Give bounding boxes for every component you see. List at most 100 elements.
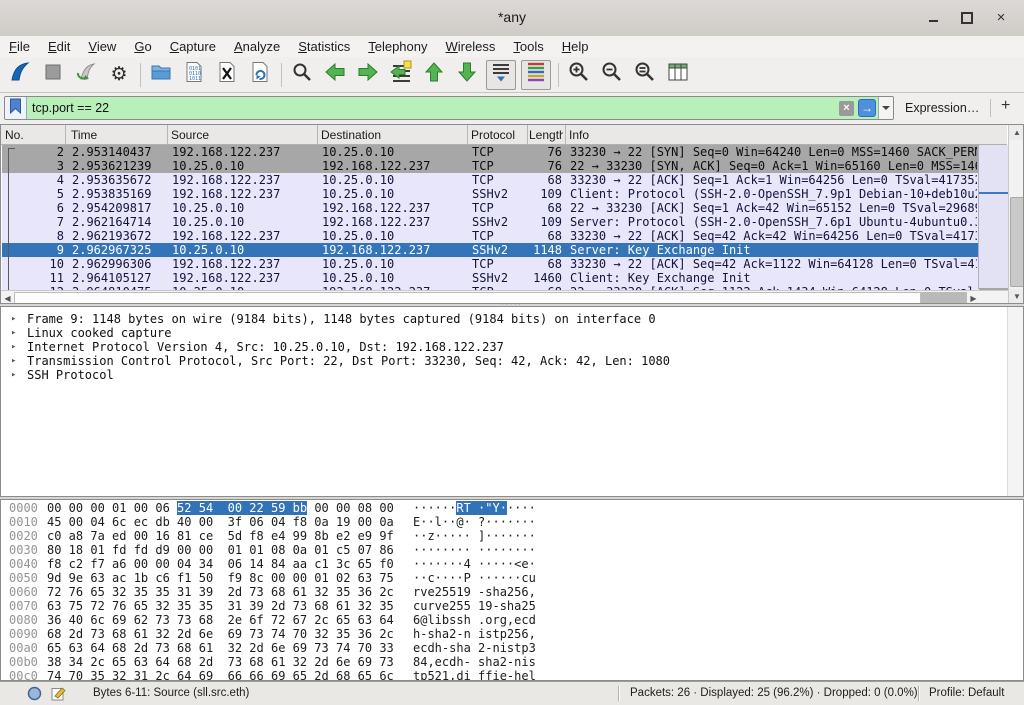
hex-byte-column[interactable]: f8 c2 f7 a6 00 00 04 34 06 14 84 aa c1 3… (47, 557, 394, 571)
hex-ascii-column[interactable]: ··z····· ]······· (413, 529, 536, 543)
colorize-button[interactable] (521, 60, 551, 90)
hscrollbar-trough[interactable] (921, 292, 967, 304)
capture-options-button[interactable]: ⚙ (105, 61, 133, 89)
capture-comment-icon[interactable] (51, 686, 66, 705)
column-header-destination[interactable]: Destination (321, 128, 463, 142)
detail-tree-item[interactable]: ▸Frame 9: 1148 bytes on wire (9184 bits)… (1, 312, 1001, 326)
zoom-original-button[interactable] (631, 61, 659, 89)
packet-row[interactable]: 92.96296732510.25.0.10192.168.122.237SSH… (2, 243, 978, 257)
hex-row[interactable]: 0020c0 a8 7a ed 00 16 81 ce 5d f8 e4 99 … (1, 529, 1001, 543)
packet-row[interactable]: 42.953635672192.168.122.23710.25.0.10TCP… (2, 173, 978, 187)
open-file-button[interactable] (147, 61, 175, 89)
expand-arrow-icon[interactable]: ▸ (11, 340, 16, 354)
filter-history-dropdown[interactable] (878, 97, 893, 119)
filter-clear-button[interactable]: × (839, 101, 854, 116)
packet-row[interactable]: 72.96216471410.25.0.10192.168.122.237SSH… (2, 215, 978, 229)
hex-ascii-column[interactable]: ecdh-sha 2-nistp3 (413, 641, 536, 655)
hex-ascii-column[interactable]: ··c····P ······cu (413, 571, 536, 585)
detail-tree-item[interactable]: ▸SSH Protocol (1, 368, 1001, 382)
go-back-button[interactable] (321, 61, 349, 89)
hex-ascii-column[interactable]: curve255 19-sha25 (413, 599, 536, 613)
menu-go[interactable]: Go (125, 36, 160, 54)
detail-tree-item[interactable]: ▸Transmission Control Protocol, Src Port… (1, 354, 1001, 368)
hex-ascii-column[interactable]: 6@libssh .org,ecd (413, 613, 536, 627)
hex-row[interactable]: 00a065 63 64 68 2d 73 68 61 32 2d 6e 69 … (1, 641, 1001, 655)
column-separator[interactable] (467, 125, 468, 144)
start-capture-button[interactable] (6, 61, 34, 89)
hex-ascii-column[interactable]: ······RT ·"Y····· (413, 501, 536, 515)
hex-ascii-column[interactable]: 84,ecdh- sha2-nis (413, 655, 536, 669)
menu-statistics[interactable]: Statistics (289, 36, 359, 54)
menu-capture[interactable]: Capture (161, 36, 225, 54)
details-scrollbar-trough[interactable] (1007, 307, 1023, 496)
detail-tree-item[interactable]: ▸Internet Protocol Version 4, Src: 10.25… (1, 340, 1001, 354)
hex-row[interactable]: 0040f8 c2 f7 a6 00 00 04 34 06 14 84 aa … (1, 557, 1001, 571)
go-first-button[interactable] (420, 61, 448, 89)
menu-telephony[interactable]: Telephony (359, 36, 436, 54)
vscrollbar-thumb[interactable] (1010, 197, 1024, 287)
packet-row[interactable]: 82.962193672192.168.122.23710.25.0.10TCP… (2, 229, 978, 243)
column-header-info[interactable]: Info (569, 128, 869, 142)
menu-help[interactable]: Help (553, 36, 598, 54)
go-forward-button[interactable] (354, 61, 382, 89)
packet-row[interactable]: 32.95362123910.25.0.10192.168.122.237TCP… (2, 159, 978, 173)
hex-row[interactable]: 003080 18 01 fd fd d9 00 00 01 01 08 0a … (1, 543, 1001, 557)
hex-ascii-column[interactable]: tp521,di ffie-hel (413, 669, 536, 681)
hex-row[interactable]: 006072 76 65 32 35 35 31 39 2d 73 68 61 … (1, 585, 1001, 599)
hex-byte-column[interactable]: 72 76 65 32 35 35 31 39 2d 73 68 61 32 3… (47, 585, 394, 599)
column-separator[interactable] (527, 125, 528, 144)
hex-byte-column[interactable]: 00 00 00 01 00 06 52 54 00 22 59 bb 00 0… (47, 501, 394, 515)
detail-tree-item[interactable]: ▸Linux cooked capture (1, 326, 1001, 340)
close-button[interactable]: × (988, 8, 1014, 28)
packet-row[interactable]: 102.962996306192.168.122.23710.25.0.10TC… (2, 257, 978, 271)
filter-apply-button[interactable]: → (858, 99, 876, 117)
hex-byte-column[interactable]: c0 a8 7a ed 00 16 81 ce 5d f8 e4 99 8b e… (47, 529, 394, 543)
column-header-protocol[interactable]: Protocol (471, 128, 523, 142)
hex-row[interactable]: 00b038 34 2c 65 63 64 68 2d 73 68 61 32 … (1, 655, 1001, 669)
expand-arrow-icon[interactable]: ▸ (11, 312, 16, 326)
hex-row[interactable]: 000000 00 00 01 00 06 52 54 00 22 59 bb … (1, 501, 1001, 515)
column-separator[interactable] (317, 125, 318, 144)
hex-byte-column[interactable]: 9d 9e 63 ac 1b c6 f1 50 f9 8c 00 00 01 0… (47, 571, 394, 585)
zoom-out-button[interactable] (598, 61, 626, 89)
filter-input[interactable]: tcp.port == 22 (27, 101, 839, 115)
scroll-down-arrow[interactable]: ▼ (1009, 289, 1024, 304)
expert-info-icon[interactable] (27, 686, 42, 705)
menu-analyze[interactable]: Analyze (225, 36, 289, 54)
hex-byte-column[interactable]: 36 40 6c 69 62 73 73 68 2e 6f 72 67 2c 6… (47, 613, 394, 627)
add-filter-button[interactable]: + (1001, 97, 1010, 115)
hex-row[interactable]: 009068 2d 73 68 61 32 2d 6e 69 73 74 70 … (1, 627, 1001, 641)
go-last-button[interactable] (453, 61, 481, 89)
resize-columns-button[interactable] (664, 61, 692, 89)
scroll-left-arrow[interactable]: ◀ (1, 292, 14, 304)
save-file-button[interactable]: 010101101011 (180, 61, 208, 89)
expand-arrow-icon[interactable]: ▸ (11, 326, 16, 340)
display-filter-field[interactable]: tcp.port == 22 × → (4, 96, 894, 120)
packet-list-vscrollbar[interactable]: ▲ ▼ (1008, 125, 1024, 304)
hex-byte-column[interactable]: 38 34 2c 65 63 64 68 2d 73 68 61 32 2d 6… (47, 655, 394, 669)
column-separator[interactable] (167, 125, 168, 144)
find-packet-button[interactable] (288, 61, 316, 89)
minimize-button[interactable] (920, 8, 946, 28)
hex-byte-column[interactable]: 65 63 64 68 2d 73 68 61 32 2d 6e 69 73 7… (47, 641, 394, 655)
hex-byte-column[interactable]: 45 00 04 6c ec db 40 00 3f 06 04 f8 0a 1… (47, 515, 394, 529)
expression-button[interactable]: Expression… (905, 101, 979, 115)
hex-byte-column[interactable]: 74 70 35 32 31 2c 64 69 66 66 69 65 2d 6… (47, 669, 394, 681)
packet-row[interactable]: 52.953835169192.168.122.23710.25.0.10SSH… (2, 187, 978, 201)
hex-byte-column[interactable]: 63 75 72 76 65 32 35 35 31 39 2d 73 68 6… (47, 599, 394, 613)
auto-scroll-button[interactable] (486, 60, 516, 90)
menu-edit[interactable]: Edit (39, 36, 79, 54)
close-file-button[interactable] (213, 61, 241, 89)
hex-row[interactable]: 00509d 9e 63 ac 1b c6 f1 50 f9 8c 00 00 … (1, 571, 1001, 585)
scroll-right-arrow[interactable]: ▶ (967, 292, 980, 304)
status-profile[interactable]: Profile: Default (929, 687, 1004, 699)
menu-view[interactable]: View (79, 36, 125, 54)
menu-file[interactable]: File (0, 36, 39, 54)
menu-wireless[interactable]: Wireless (437, 36, 505, 54)
hex-ascii-column[interactable]: ········ ········ (413, 543, 536, 557)
reload-file-button[interactable] (246, 61, 274, 89)
column-header-length[interactable]: Length (529, 128, 563, 142)
filter-bookmark-button[interactable] (5, 97, 27, 119)
hex-ascii-column[interactable]: h-sha2-n istp256, (413, 627, 536, 641)
packet-row[interactable]: 22.953140437192.168.122.23710.25.0.10TCP… (2, 145, 978, 159)
